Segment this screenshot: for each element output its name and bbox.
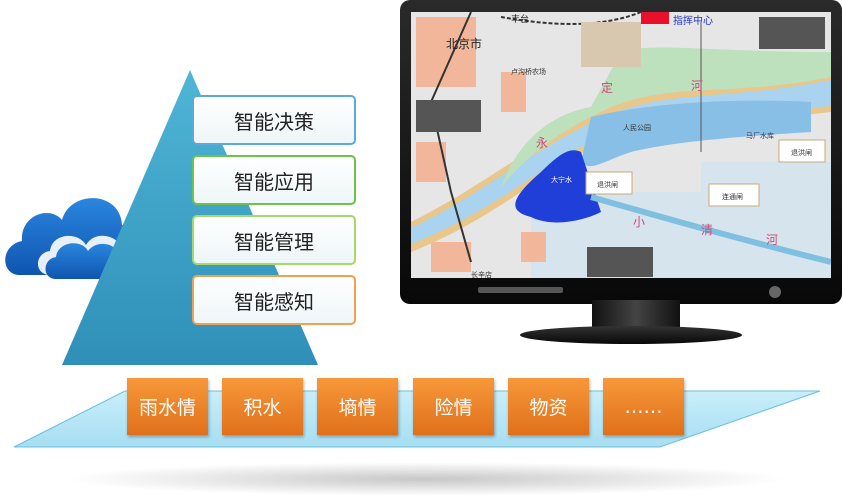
platform-item-supplies: 物资 — [508, 378, 589, 435]
platform-item-hazard: 险情 — [413, 378, 494, 435]
platform-item-soil-moisture: 墒情 — [317, 378, 398, 435]
platform-item-rain-water: 雨水情 — [127, 378, 208, 435]
platform-shadow — [60, 462, 790, 496]
platform-item-more: …… — [603, 378, 684, 435]
platform-item-waterlogging: 积水 — [222, 378, 303, 435]
